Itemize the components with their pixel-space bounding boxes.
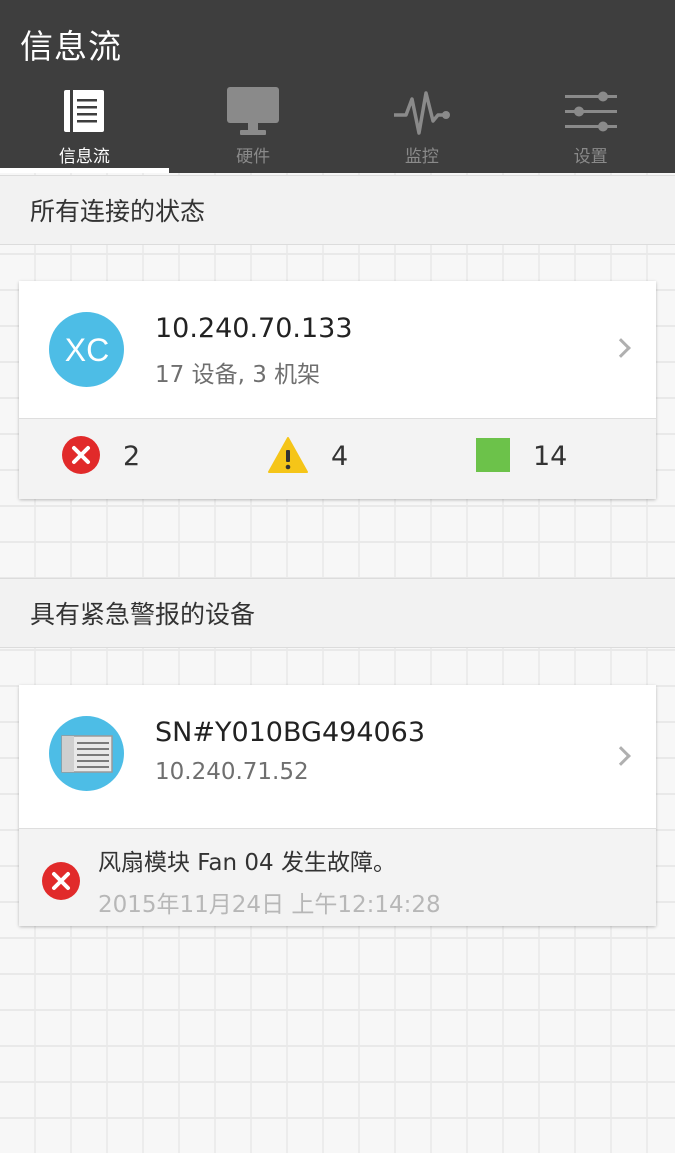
feed-icon [60,84,108,138]
ok-square-icon [475,437,511,477]
error-icon [61,435,101,479]
monitor-icon [226,84,280,138]
device-ip: 10.240.71.52 [155,759,309,785]
tab-label: 监控 [404,147,439,167]
app-bar: 信息流 信息流 硬件 监控 设置 [0,0,675,173]
tab-settings[interactable]: 设置 [506,84,675,173]
chevron-right-icon [611,338,631,358]
xc-logo-icon: XC [49,312,124,387]
ok-count: 14 [533,441,568,472]
device-card: SN#Y010BG494063 10.240.71.52 风扇模块 Fan 04… [19,685,656,926]
tab-bar: 信息流 硬件 监控 设置 [0,84,675,173]
connection-summary: 17 设备, 3 机架 [155,362,321,388]
chevron-right-icon [611,746,631,766]
tab-label: 硬件 [236,147,271,167]
connection-host: 10.240.70.133 [155,313,353,344]
pulse-icon [392,84,452,138]
device-serial: SN#Y010BG494063 [155,717,426,748]
connection-card-link[interactable]: XC 10.240.70.133 17 设备, 3 机架 [19,281,656,418]
sliders-icon [563,84,619,138]
warning-count: 4 [331,441,349,472]
alert-message: 风扇模块 Fan 04 发生故障。 [98,850,396,876]
tab-hardware[interactable]: 硬件 [169,84,338,173]
warning-stat[interactable]: 4 [267,419,348,494]
server-icon [49,716,124,791]
tab-label: 设置 [573,147,608,167]
warning-icon [267,436,309,478]
tab-monitor[interactable]: 监控 [338,84,507,173]
svg-text:XC: XC [64,332,108,368]
error-stat[interactable]: 2 [61,419,140,494]
tab-label: 信息流 [58,147,110,167]
alert-timestamp: 2015年11月24日 上午12:14:28 [98,892,441,918]
tab-feed[interactable]: 信息流 [0,84,169,173]
connection-card: XC 10.240.70.133 17 设备, 3 机架 2 4 14 [19,281,656,499]
alert-item[interactable]: 风扇模块 Fan 04 发生故障。 2015年11月24日 上午12:14:28 [19,828,656,926]
error-count: 2 [123,441,141,472]
app-title: 信息流 [20,27,122,66]
status-summary: 2 4 14 [19,418,656,499]
section-header-urgent: 具有紧急警报的设备 [0,578,675,648]
section-header-connections: 所有连接的状态 [0,175,675,245]
device-card-link[interactable]: SN#Y010BG494063 10.240.71.52 [19,685,656,828]
ok-stat[interactable]: 14 [475,419,567,494]
error-icon [41,861,81,905]
